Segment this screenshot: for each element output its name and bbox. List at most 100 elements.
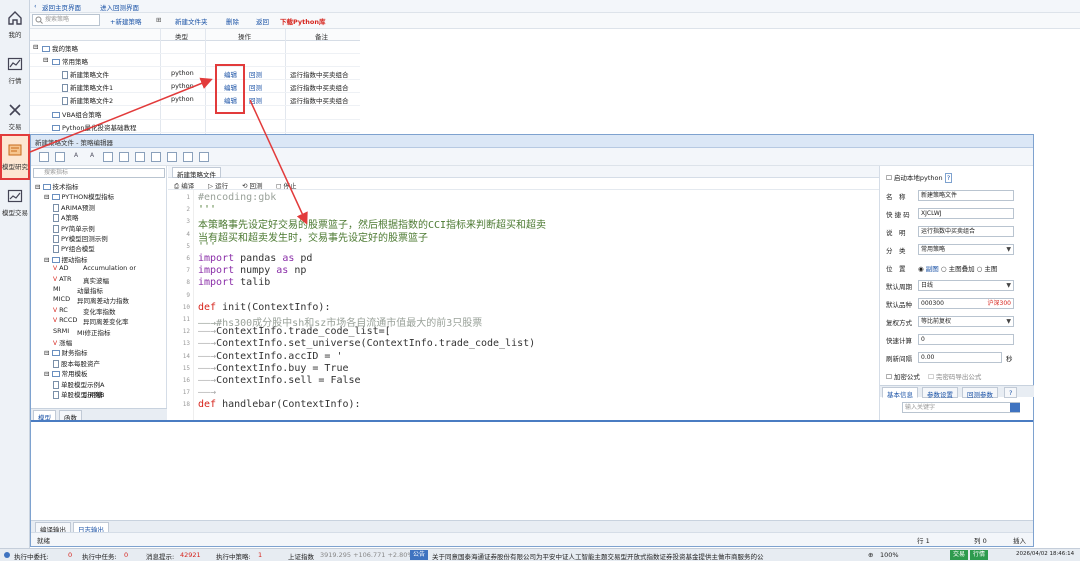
code-line: ——→ContextInfo.set_universe(ContextInfo.… [198,338,536,350]
table-row[interactable]: 新建策略文件 python 编辑 回测 运行指数中买卖组合 [30,67,360,80]
tree-node[interactable]: SRMI MI修正指标 [53,327,111,337]
table-row[interactable]: 新建策略文件1 python 编辑 回测 运行指数中买卖组合 [30,80,360,93]
quote-badge[interactable]: 行情 [970,550,989,560]
undo-icon[interactable] [151,152,161,162]
tree-node[interactable]: ⊟ PYTHON模型指标 [44,191,114,201]
help-icon[interactable]: ? [944,173,953,183]
table-row[interactable]: 新建策略文件2 python 编辑 回测 运行指数中买卖组合 [30,93,360,106]
enable-python-checkbox[interactable]: ☐ 启动本地python ? [886,172,953,183]
backtest-button[interactable]: ⟲ 回测 [242,180,263,190]
tree-node[interactable]: V AD Accumulation or [53,264,136,272]
search-icon[interactable] [1010,403,1020,412]
code-label: 快 捷 码 [886,211,910,219]
props-search-input[interactable]: 输入关键字 [902,402,1020,413]
category-select[interactable]: 常用策略 ▼ [918,244,1014,255]
tree-node[interactable]: 单股模型示例B 引用糖 [53,389,104,399]
indicator-icon: V [53,306,58,314]
delete-button[interactable]: 删除 [226,16,239,26]
tree-node[interactable]: V 涨幅 [53,337,72,347]
file-tab[interactable]: 新建策略文件 [172,167,221,179]
expand-icon[interactable]: ⊟ [44,256,52,264]
shortcut-field[interactable]: XJCLWJ [918,208,1014,219]
redo-icon[interactable] [167,152,177,162]
nav-item-model-research[interactable]: 模型研究 [0,134,30,180]
replace-icon[interactable] [199,152,209,162]
new-icon[interactable] [39,152,49,162]
stop-button[interactable]: ◻ 停止 [276,180,296,190]
back-arrow-icon[interactable]: ‹ [34,2,37,10]
trade-badge[interactable]: 交易 [950,550,969,560]
notice-ticker[interactable]: 关于同意国泰海通证券股份有限公司为平安中证人工智能主题交易型开放式指数证券投资基… [432,551,847,561]
stock-field[interactable]: 000300 沪深300 [918,298,1014,309]
back-button[interactable]: 返回 [256,16,269,26]
nav-item-model-trade[interactable]: 模型交易 [0,182,30,228]
collapse-icon[interactable]: ⊟ [33,43,38,51]
tree-node[interactable]: A策略 [53,212,78,223]
expand-icon[interactable]: ⊟ [44,349,52,357]
desc-field[interactable]: 运行指数中买卖组合 [918,226,1014,237]
encrypt-checkbox[interactable]: ☐ 加密公式 [886,371,920,381]
tree-row-root[interactable]: ⊟ 我的策略 [30,41,360,54]
tree-row-subfolder[interactable]: ⊟ 常用策略 [30,54,360,67]
expand-icon[interactable]: ⊟ [35,183,43,191]
calc-field[interactable]: 0 [918,334,1014,345]
refresh-field[interactable]: 0.00 [918,352,1002,363]
cut-icon[interactable] [135,152,145,162]
expand-icon[interactable]: ⊟ [44,370,52,378]
msg-value[interactable]: 42921 [180,551,201,559]
back-main-link[interactable]: 返回主页界面 [42,2,81,12]
position-radio-group[interactable]: ◉ 副图 ○ 主图叠加 ○ 主图 [918,263,997,273]
tree-node[interactable]: PY模型回测示例 [53,233,108,243]
nav-item-quotes[interactable]: 行情 [0,50,30,96]
chevron-down-icon: ▼ [1006,282,1011,289]
export-checkbox[interactable]: ☐ 完密码导出公式 [928,371,981,381]
tree-node[interactable]: PY组合模型 [53,243,95,254]
font-increase-icon[interactable]: A [87,152,97,162]
tree-node[interactable]: MICD 异同离差动力指数 [53,295,129,305]
copy-icon[interactable] [103,152,113,162]
tree-node[interactable]: 股本每股资产 [53,358,100,368]
collapse-icon[interactable]: ⊟ [43,56,48,64]
backtest-link[interactable]: 回测 [249,69,262,79]
backtest-link[interactable]: 回测 [249,82,262,92]
nav-item-mine[interactable]: 我的 [0,4,30,50]
tree-row-folder[interactable]: Python量化投资基础教程 [30,120,360,133]
folder-add-icon[interactable]: ⊞ [156,16,161,24]
tree-node[interactable]: ⊟ 摆动指标 [44,254,88,264]
tree-node[interactable]: ARIMA预测 [53,202,95,212]
tree-row-folder[interactable]: VBA组合策略 [30,107,360,120]
name-field[interactable]: 新建策略文件 [918,190,1014,201]
tree-node[interactable]: V RC 变化率指数 [53,306,116,316]
tab-backtest-params[interactable]: 回测参数 [962,387,998,399]
font-decrease-icon[interactable]: A [71,152,81,162]
tree-node[interactable]: V ATR 真实波幅 [53,275,109,285]
code-line: ——→ContextInfo.accID = ' [198,350,343,362]
tree-node[interactable]: ⊟ 常用模板 [44,368,88,378]
find-icon[interactable] [183,152,193,162]
enter-backtest-link[interactable]: 进入回测界面 [100,2,139,12]
tree-search-input[interactable]: 搜索指标 [33,168,165,178]
run-button[interactable]: ▷ 运行 [208,180,228,190]
period-select[interactable]: 日线 ▼ [918,280,1014,291]
tree-node[interactable]: MI 动量指标 [53,285,103,295]
paste-icon[interactable] [119,152,129,162]
indicator-tree: 搜索指标 ⊟ 技术指标 ⊟ PYTHON模型指标 ARIMA预测 A策略 PY简单示例 P… [31,166,167,408]
tree-node[interactable]: 单股模型示例A [53,379,104,389]
tree-node[interactable]: V RCCD 异同离差变化率 [53,316,129,326]
tab-params[interactable]: 参数设置 [922,387,958,399]
new-strategy-button[interactable]: +新建策略 [110,16,141,26]
download-python-button[interactable]: 下载Python库 [280,16,325,26]
adjust-select[interactable]: 等比前复权 ▼ [918,316,1014,327]
zoom-icon[interactable]: ⊕ [868,551,873,559]
save-icon[interactable] [55,152,65,162]
tab-basic-info[interactable]: 基本信息 [882,387,918,399]
status-col: 列 0 [974,537,987,545]
help-icon[interactable]: ? [1004,387,1018,398]
backtest-link[interactable]: 回测 [249,95,262,105]
tree-node[interactable]: ⊟ 财务指标 [44,347,88,357]
tree-node[interactable]: ⊟ 技术指标 [35,181,79,191]
code-editor[interactable]: 新建策略文件 ⎙ 编译 ▷ 运行 ⟲ 回测 ◻ 停止 1 2 3 4 5 6 7 8 9 10 11… [168,166,879,420]
tree-node[interactable]: PY简单示例 [53,223,95,233]
expand-icon[interactable]: ⊟ [44,193,52,201]
new-folder-button[interactable]: 新建文件夹 [175,16,208,26]
